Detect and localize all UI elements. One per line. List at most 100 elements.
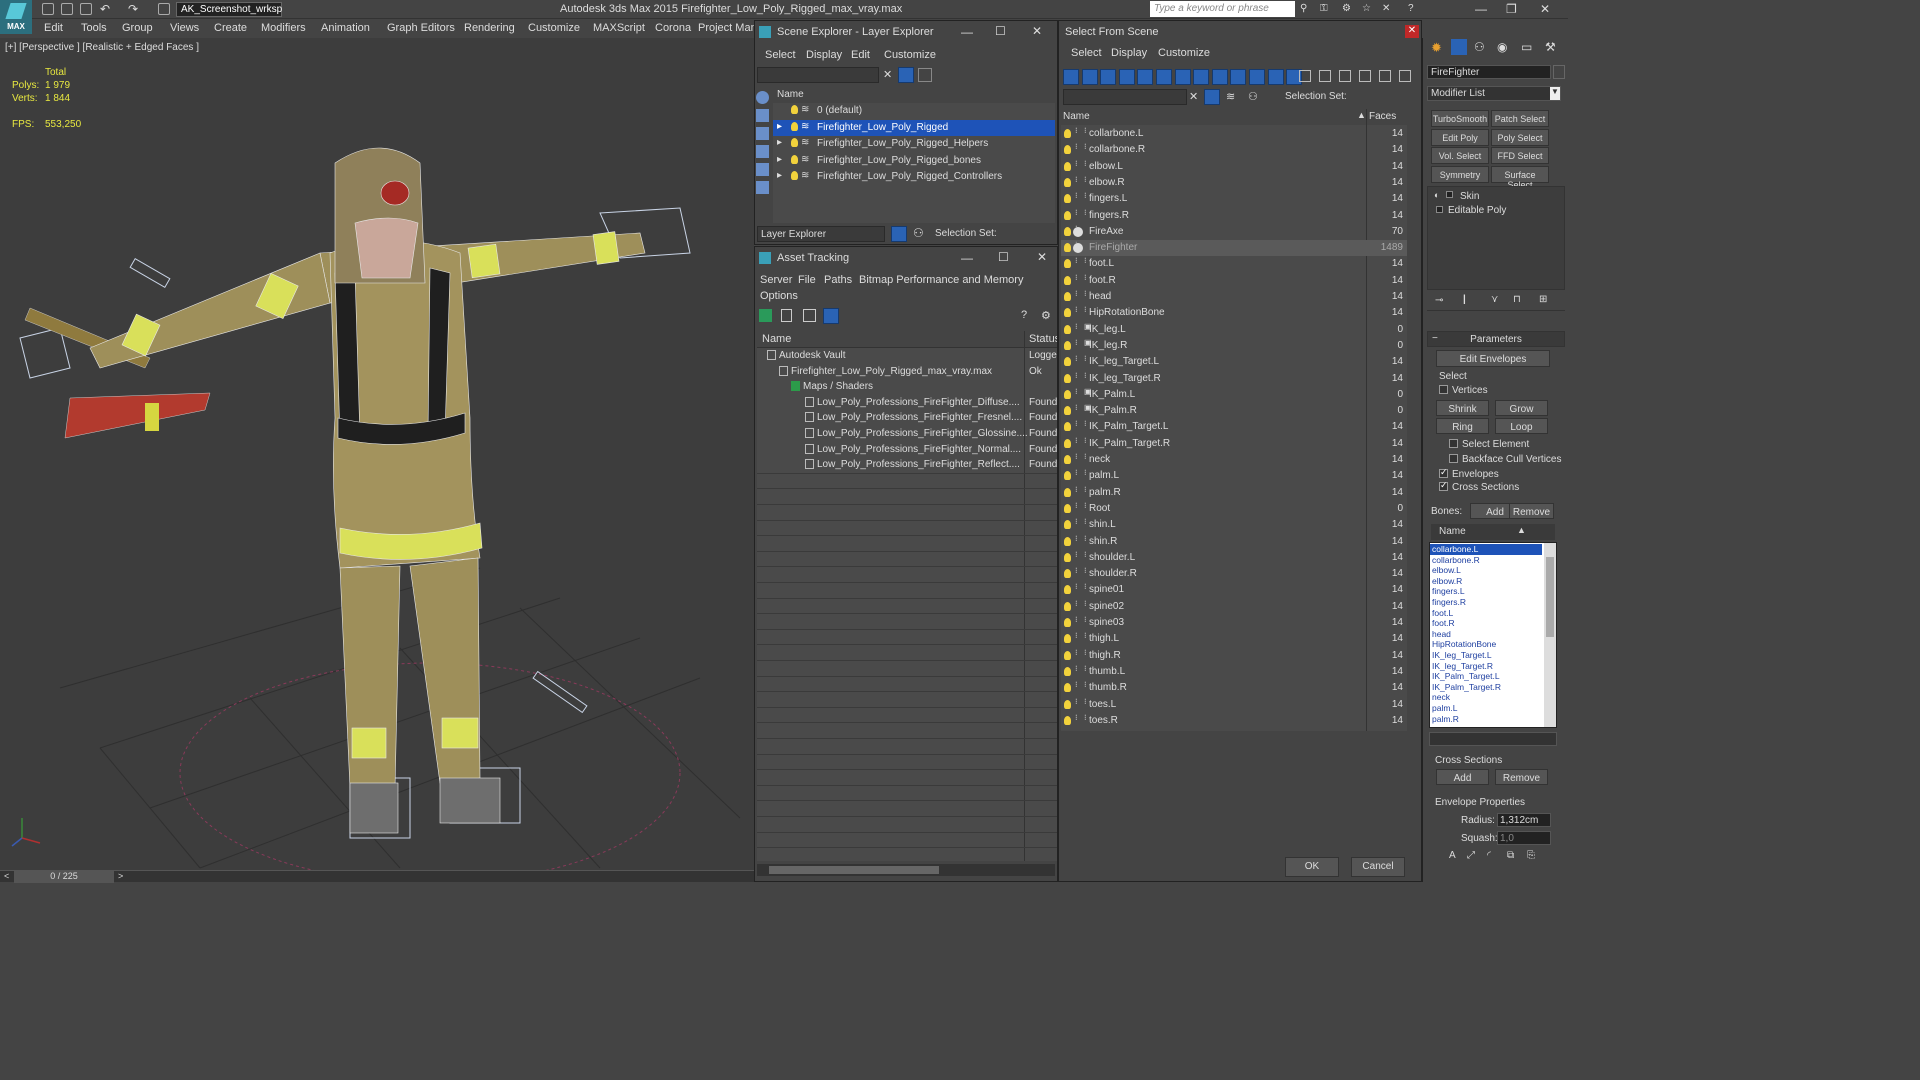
object-row[interactable]: ⁝ ⁝ foot.R 14	[1061, 273, 1407, 289]
horizontal-scrollbar[interactable]	[757, 864, 1055, 876]
sfs-search-input[interactable]	[1063, 89, 1187, 105]
menu-edit[interactable]: Edit	[44, 22, 63, 34]
bulb-icon[interactable]	[1064, 324, 1071, 334]
expand-arrow-icon[interactable]: ▸	[777, 170, 782, 181]
bulb-icon[interactable]	[1064, 715, 1071, 725]
freeze-icon[interactable]: ⁝	[1075, 680, 1078, 689]
bulb-icon[interactable]	[1064, 618, 1071, 627]
expand-arrow-icon[interactable]: ▸	[777, 154, 782, 165]
new-file-icon[interactable]	[42, 3, 54, 15]
freeze-icon[interactable]: ⁝	[1075, 697, 1078, 706]
menu-group[interactable]: Group	[122, 22, 153, 34]
display-containers-icon[interactable]	[1230, 69, 1247, 85]
layer-row[interactable]: ▸ ≋ Firefighter_Low_Poly_Rigged_Helpers	[773, 136, 1055, 152]
freeze-icon[interactable]: ⁝	[1075, 452, 1078, 461]
col-name[interactable]: Name	[762, 333, 791, 345]
col-status[interactable]: Status	[1029, 333, 1057, 345]
object-row[interactable]: ⁝ ⁝ collarbone.R 14	[1061, 142, 1407, 158]
display-spacewarps-icon[interactable]	[756, 181, 769, 194]
layer-explorer-icon[interactable]	[891, 226, 907, 242]
sfs-menu-customize[interactable]: Customize	[1158, 47, 1210, 59]
bulb-icon[interactable]	[1064, 226, 1071, 236]
modifier-button[interactable]: TurboSmooth	[1431, 110, 1489, 127]
help-icon[interactable]: ?	[1021, 309, 1027, 321]
freeze-icon[interactable]: ⁝	[1075, 599, 1078, 608]
freeze-icon[interactable]: ⁝	[1075, 403, 1078, 412]
asset-menu-bitmap-performance[interactable]: Bitmap Performance and Memory	[859, 274, 1023, 286]
create-tab-icon[interactable]: ✹	[1431, 40, 1442, 56]
time-next-button[interactable]: >	[118, 871, 123, 881]
col-faces[interactable]: Faces	[1369, 111, 1396, 122]
object-row[interactable]: ⁝ ▣ IK_leg.R 0	[1061, 338, 1407, 354]
bulb-icon[interactable]	[1064, 487, 1071, 497]
menu-modifiers[interactable]: Modifiers	[261, 22, 306, 34]
stack-item-editable-poly[interactable]: Editable Poly	[1428, 203, 1564, 219]
object-row[interactable]: ⁝ ⁝ IK_Palm_Target.R 14	[1061, 436, 1407, 452]
bulb-icon[interactable]	[1064, 357, 1071, 367]
asset-row[interactable]: Low_Poly_Professions_FireFighter_Glossin…	[757, 426, 1057, 442]
expand-box-icon[interactable]	[1446, 191, 1453, 198]
layer-icon[interactable]: ≋	[1226, 90, 1235, 103]
asset-tracking-maximize-icon[interactable]: ☐	[998, 250, 1009, 264]
bulb-icon[interactable]	[791, 105, 798, 114]
freeze-icon[interactable]: ⁝	[1075, 582, 1078, 591]
bulb-icon[interactable]	[1064, 243, 1071, 253]
bone-list-item[interactable]: collarbone.L	[1430, 544, 1542, 555]
hierarchy-icon[interactable]: ⚇	[1248, 90, 1258, 103]
hierarchy-icon[interactable]: ⚇	[913, 226, 924, 240]
paste-envelope-icon[interactable]: ⎘	[1527, 850, 1535, 861]
display-helpers-icon[interactable]	[1137, 69, 1154, 85]
cross-section-add-button[interactable]: Add	[1436, 769, 1489, 785]
bone-list-item[interactable]: foot.R	[1430, 618, 1542, 629]
bone-list-item[interactable]: foot.L	[1430, 608, 1542, 619]
freeze-icon[interactable]: ⁝	[1075, 713, 1078, 722]
refresh-icon[interactable]	[759, 309, 772, 322]
absolute-icon[interactable]: A	[1449, 850, 1456, 861]
object-row[interactable]: ⁝ ⁝ spine03 14	[1061, 615, 1407, 631]
object-row[interactable]: ⁝ ⁝ toes.R 14	[1061, 713, 1407, 729]
modifier-list-dropdown[interactable]: Modifier List	[1427, 86, 1561, 101]
freeze-icon[interactable]: ⁝	[1075, 436, 1078, 445]
expand-arrow-icon[interactable]: ▸	[777, 137, 782, 148]
scene-explorer-menu-edit[interactable]: Edit	[851, 49, 870, 61]
freeze-icon[interactable]: ⁝	[1075, 126, 1078, 135]
object-row[interactable]: ⁝ ⁝ foot.L 14	[1061, 256, 1407, 272]
filter-list-icon[interactable]	[1359, 70, 1371, 82]
freeze-icon[interactable]: ⁝	[1075, 191, 1078, 200]
col-name[interactable]: Name	[1063, 111, 1090, 122]
make-unique-icon[interactable]: ⋎	[1491, 294, 1498, 305]
display-hidden-icon[interactable]	[1267, 69, 1284, 85]
bulb-icon[interactable]	[791, 138, 798, 147]
open-folder-icon[interactable]	[61, 3, 73, 15]
freeze-icon[interactable]: ⁝	[1075, 566, 1078, 575]
scene-explorer-menu-display[interactable]: Display	[806, 49, 842, 61]
bone-list-item[interactable]: palm.R	[1430, 714, 1542, 725]
envelopes-checkbox[interactable]	[1439, 467, 1448, 478]
select-from-scene-close-icon[interactable]: ✕	[1405, 25, 1419, 38]
asset-row[interactable]: Firefighter_Low_Poly_Rigged_max_vray.max…	[757, 364, 1057, 380]
maximize-icon[interactable]: ❐	[1506, 2, 1517, 16]
modifier-button[interactable]: Poly Select	[1491, 128, 1549, 146]
explorer-type-dropdown[interactable]: Layer Explorer	[757, 226, 885, 242]
freeze-icon[interactable]: ⁝	[1075, 517, 1078, 526]
bone-list-item[interactable]: fingers.L	[1430, 586, 1542, 597]
bone-list-item[interactable]: neck	[1430, 692, 1542, 703]
select-all-icon[interactable]	[1299, 70, 1311, 82]
freeze-icon[interactable]: ⁝	[1075, 468, 1078, 477]
bulb-icon[interactable]	[1064, 585, 1071, 595]
asset-menu-server[interactable]: Server	[760, 274, 792, 286]
object-row[interactable]: ⁝ ⁝ palm.R 14	[1061, 485, 1407, 501]
chevron-down-icon[interactable]: ▼	[1550, 87, 1560, 100]
freeze-icon[interactable]: ⁝	[1075, 419, 1078, 428]
scrollbar-thumb[interactable]	[769, 866, 939, 874]
expand-box-icon[interactable]	[1436, 206, 1443, 213]
bulb-icon[interactable]	[1064, 471, 1071, 481]
bones-scrollbar[interactable]	[1544, 543, 1556, 727]
object-row[interactable]: ⁝ ⁝ IK_Palm_Target.L 14	[1061, 419, 1407, 435]
display-cameras-icon[interactable]	[1118, 69, 1135, 85]
collapse-icon[interactable]	[1399, 70, 1411, 82]
vertices-checkbox[interactable]	[1439, 385, 1448, 394]
scene-explorer-menu-select[interactable]: Select	[765, 49, 796, 61]
layer-row[interactable]: ▸ ≋ Firefighter_Low_Poly_Rigged_Controll…	[773, 169, 1055, 185]
object-row[interactable]: ⁝ ⁝ spine02 14	[1061, 599, 1407, 615]
